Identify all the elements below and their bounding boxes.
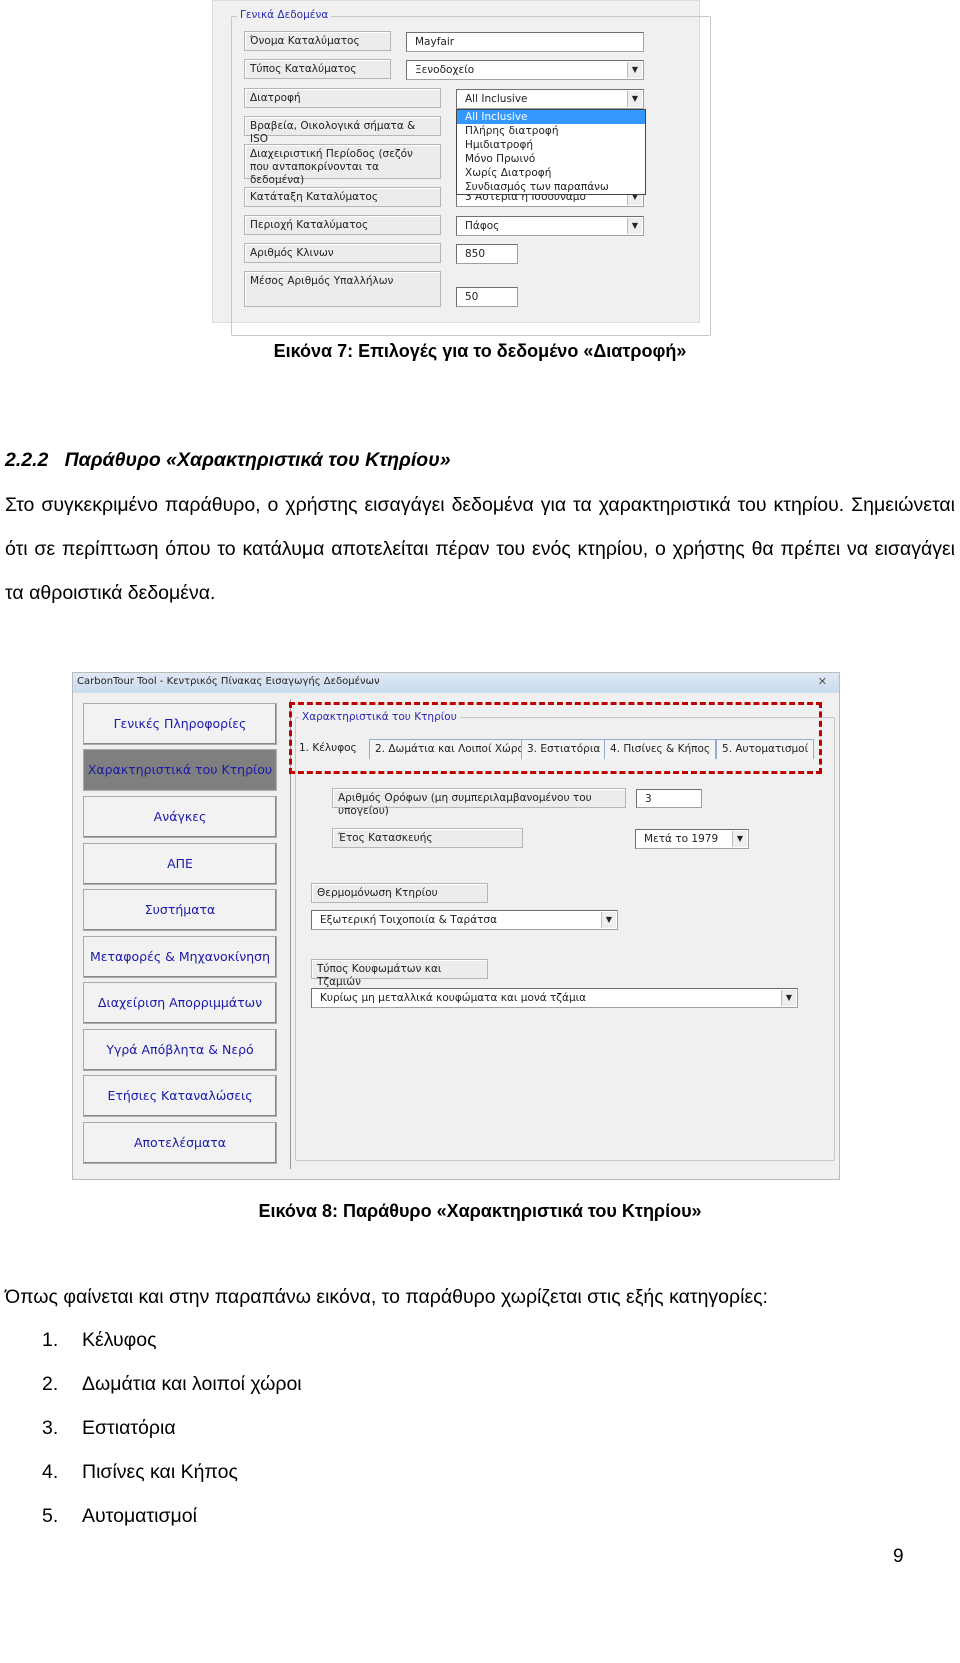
sidebar-item-results[interactable]: Αποτελέσματα — [83, 1122, 277, 1164]
dropdown-option[interactable]: Χωρίς Διατροφή — [457, 166, 645, 180]
region-combo[interactable]: Πάφος ▼ — [456, 216, 644, 236]
highlight-box — [289, 702, 822, 774]
chevron-down-icon[interactable]: ▼ — [627, 91, 642, 107]
field-label: Όνομα Καταλύματος — [244, 31, 391, 51]
board-dropdown-list[interactable]: All Inclusive Πλήρης διατροφή Ημιδιατροφ… — [456, 109, 646, 195]
frames-label: Τύπος Κουφωμάτων και Τζαμιών — [311, 959, 488, 988]
sidebar-item-systems[interactable]: Συστήματα — [83, 889, 277, 931]
combo-value: All Inclusive — [465, 93, 528, 105]
beds-input[interactable]: 850 — [456, 244, 518, 264]
combo-value: Κυρίως μη μεταλλικά κουφώματα και μονά τ… — [320, 992, 587, 1004]
field-label: Περιοχή Καταλύματος — [244, 215, 441, 235]
combo-value: Πάφος — [465, 220, 500, 232]
field-label: Μέσος Αριθμός Υπαλλήλων — [244, 271, 441, 307]
accommodation-name-input[interactable]: Mayfair — [406, 32, 644, 52]
frames-combo[interactable]: Κυρίως μη μεταλλικά κουφώματα και μονά τ… — [311, 988, 798, 1008]
combo-value: Μετά το 1979 — [644, 833, 719, 845]
paragraph: Στο συγκεκριμένο παράθυρο, ο χρήστης εισ… — [5, 494, 955, 604]
sidebar-item-transport[interactable]: Μεταφορές & Μηχανοκίνηση — [83, 936, 277, 978]
sidebar-item-general-info[interactable]: Γενικές Πληροφορίες — [83, 703, 277, 745]
chevron-down-icon[interactable]: ▼ — [781, 990, 796, 1006]
combo-value: Ξενοδοχείο — [415, 64, 475, 76]
chevron-down-icon[interactable]: ▼ — [627, 62, 642, 78]
figure8-caption: Εικόνα 8: Παράθυρο «Χαρακτηριστικά του Κ… — [258, 1201, 702, 1221]
list-item-text: Εστιατόρια — [82, 1417, 176, 1439]
combo-value: Εξωτερική Τοιχοποιία & Ταράτσα — [320, 914, 498, 926]
sidebar-item-annual-consumption[interactable]: Ετήσιες Καταναλώσεις — [83, 1075, 277, 1117]
field-label: Αριθμός Κλινων — [244, 243, 441, 263]
group-title: Γενικά Δεδομένα — [237, 9, 332, 21]
dropdown-option[interactable]: All Inclusive — [457, 110, 645, 124]
dropdown-option[interactable]: Συνδιασμός των παραπάνω — [457, 180, 645, 194]
year-label: Έτος Κατασκευής — [332, 828, 523, 848]
year-combo[interactable]: Μετά το 1979 ▼ — [635, 829, 749, 849]
insulation-combo[interactable]: Εξωτερική Τοιχοποιία & Ταράτσα ▼ — [311, 910, 618, 930]
employees-input[interactable]: 50 — [456, 287, 518, 307]
sidebar-item-wastewater-water[interactable]: Υγρά Απόβλητα & Νερό — [83, 1029, 277, 1071]
floors-input[interactable]: 3 — [636, 789, 702, 808]
floors-label: Αριθμός Ορόφων (μη συμπεριλαμβανομένου τ… — [332, 788, 626, 817]
chevron-down-icon[interactable]: ▼ — [732, 831, 747, 847]
paragraph: Όπως φαίνεται και στην παραπάνω εικόνα, … — [5, 1286, 768, 1308]
figure8-screenshot: CarbonTour Tool - Κεντρικός Πίνακας Εισα… — [72, 672, 840, 1180]
sidebar-item-renewables[interactable]: ΑΠΕ — [83, 843, 277, 885]
window-title: CarbonTour Tool - Κεντρικός Πίνακας Εισα… — [77, 676, 380, 687]
list-item: 5. Αυτοματισμοί — [42, 1505, 197, 1527]
sidebar-item-needs[interactable]: Ανάγκες — [83, 796, 277, 838]
accommodation-type-combo[interactable]: Ξενοδοχείο ▼ — [406, 60, 644, 80]
window-titlebar: CarbonTour Tool - Κεντρικός Πίνακας Εισα… — [73, 673, 839, 693]
list-item: 4. Πισίνες και Κήπος — [42, 1461, 238, 1483]
dropdown-option[interactable]: Ημιδιατροφή — [457, 138, 645, 152]
field-label: Διατροφή — [244, 88, 441, 108]
list-item-text: Αυτοματισμοί — [82, 1505, 197, 1527]
dropdown-option[interactable]: Πλήρης διατροφή — [457, 124, 645, 138]
category-list: 1. Κέλυφος 2. Δωμάτια και λοιποί χώροι 3. Ε… — [42, 1318, 302, 1538]
sidebar-item-building-characteristics[interactable]: Χαρακτηριστικά του Κτηρίου — [83, 749, 277, 791]
chevron-down-icon[interactable]: ▼ — [627, 218, 642, 234]
chevron-down-icon[interactable]: ▼ — [601, 912, 616, 928]
dropdown-option[interactable]: Μόνο Πρωινό — [457, 152, 645, 166]
figure7-caption: Εικόνα 7: Επιλογές για το δεδομένο «Διατ… — [273, 341, 687, 361]
list-item: 2. Δωμάτια και λοιποί χώροι — [42, 1373, 302, 1395]
insulation-label: Θερμομόνωση Κτηρίου — [311, 883, 488, 903]
list-item: 3. Εστιατόρια — [42, 1417, 176, 1439]
list-item-text: Πισίνες και Κήπος — [82, 1461, 238, 1483]
list-item-text: Κέλυφος — [82, 1329, 157, 1351]
building-group — [295, 717, 835, 1161]
field-label: Κατάταξη Καταλύματος — [244, 187, 441, 207]
close-icon[interactable]: ✕ — [818, 675, 827, 688]
field-label: Διαχειριστική Περίοδος (σεζόν που ανταπο… — [244, 144, 441, 186]
sidebar-item-waste[interactable]: Διαχείριση Απορριμμάτων — [83, 982, 277, 1024]
field-label: Τύπος Καταλύματος — [244, 59, 391, 79]
figure7-screenshot: Γενικά Δεδομένα Όνομα Καταλύματος Mayfai… — [212, 0, 711, 336]
field-label: Βραβεία, Οικολογικά σήματα & ISO — [244, 116, 441, 145]
board-combo[interactable]: All Inclusive ▼ — [456, 89, 644, 109]
list-item: 1. Κέλυφος — [42, 1329, 157, 1351]
section-heading: 2.2.2 Παράθυρο «Χαρακτηριστικά του Κτηρί… — [5, 449, 451, 471]
page-number: 9 — [893, 1546, 904, 1567]
list-item-text: Δωμάτια και λοιποί χώροι — [82, 1373, 302, 1395]
